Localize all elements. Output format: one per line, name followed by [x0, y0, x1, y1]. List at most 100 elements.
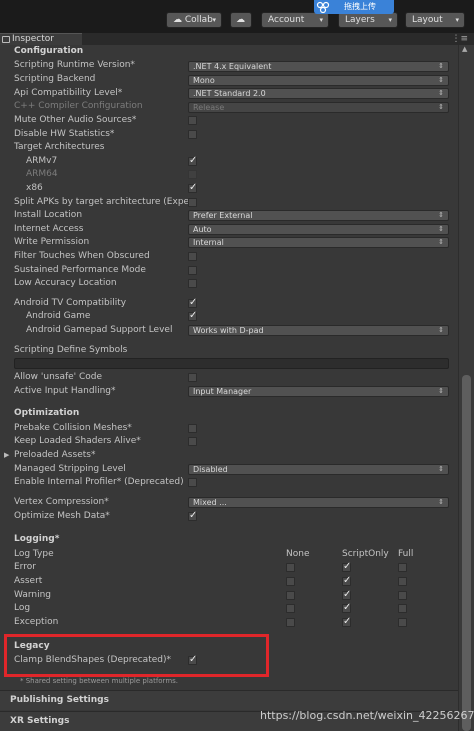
upload-logo-icon	[316, 1, 330, 14]
log-exception-scriptonly-checkbox[interactable]	[342, 616, 351, 627]
foldout-arrow-icon[interactable]: ▶	[4, 451, 9, 459]
updown-icon: ⇕	[438, 62, 444, 70]
prebake-checkbox[interactable]	[188, 424, 197, 433]
write-permission-label: Write Permission	[14, 237, 90, 247]
prebake-label: Prebake Collision Meshes*	[14, 423, 132, 433]
logging-heading: Logging*	[14, 534, 60, 544]
log-row-assert-label: Assert	[14, 576, 43, 586]
log-row-error-label: Error	[14, 562, 36, 572]
android-tv-checkbox[interactable]	[188, 297, 197, 308]
layers-dropdown[interactable]: Layers ▾	[338, 12, 398, 28]
log-assert-full-checkbox[interactable]	[398, 577, 407, 586]
cloud-icon: ☁	[236, 15, 245, 25]
internal-profiler-label: Enable Internal Profiler* (Deprecated)	[14, 477, 184, 487]
low-accuracy-checkbox[interactable]	[188, 279, 197, 288]
scripting-define-label: Scripting Define Symbols	[14, 345, 128, 355]
android-game-label: Android Game	[26, 311, 91, 321]
api-compat-dropdown[interactable]: .NET Standard 2.0 ⇕	[188, 88, 449, 99]
publishing-settings-header[interactable]: Publishing Settings	[0, 690, 458, 710]
updown-icon: ⇕	[438, 211, 444, 219]
vertical-scrollbar[interactable]: ▲	[458, 45, 474, 731]
chevron-down-icon: ▾	[388, 16, 392, 24]
scripting-runtime-dropdown[interactable]: .NET 4.x Equivalent ⇕	[188, 61, 449, 72]
scroll-up-icon[interactable]: ▲	[462, 45, 467, 53]
write-permission-dropdown[interactable]: Internal ⇕	[188, 237, 449, 248]
log-log-scriptonly-checkbox[interactable]	[342, 602, 351, 613]
tab-menu-icon[interactable]: ⋮≡	[451, 34, 468, 44]
log-exception-full-checkbox[interactable]	[398, 618, 407, 627]
log-error-scriptonly-checkbox[interactable]	[342, 561, 351, 572]
allow-unsafe-label: Allow 'unsafe' Code	[14, 372, 103, 382]
low-accuracy-label: Low Accuracy Location	[14, 278, 117, 288]
updown-icon: ⇕	[438, 465, 444, 473]
log-assert-scriptonly-checkbox[interactable]	[342, 575, 351, 586]
log-error-none-checkbox[interactable]	[286, 563, 295, 572]
log-exception-none-checkbox[interactable]	[286, 618, 295, 627]
keep-shaders-checkbox[interactable]	[188, 437, 197, 446]
filter-touches-checkbox[interactable]	[188, 252, 197, 261]
vertex-compression-dropdown[interactable]: Mixed ... ⇕	[188, 497, 449, 508]
highlight-box	[4, 634, 269, 677]
preloaded-assets-label[interactable]: Preloaded Assets*	[14, 449, 95, 462]
android-tv-label: Android TV Compatibility	[14, 298, 127, 308]
cloud-services-button[interactable]: ☁	[230, 12, 252, 28]
managed-stripping-dropdown[interactable]: Disabled ⇕	[188, 464, 449, 475]
updown-icon: ⇕	[438, 387, 444, 395]
internet-access-dropdown[interactable]: Auto ⇕	[188, 224, 449, 235]
split-apks-checkbox[interactable]	[188, 198, 197, 207]
layout-dropdown[interactable]: Layout ▾	[405, 12, 465, 28]
log-log-full-checkbox[interactable]	[398, 604, 407, 613]
cpp-compiler-label: C++ Compiler Configuration	[14, 101, 143, 111]
log-warning-none-checkbox[interactable]	[286, 591, 295, 600]
armv7-label: ARMv7	[26, 156, 58, 166]
log-error-full-checkbox[interactable]	[398, 563, 407, 572]
optimization-heading: Optimization	[14, 408, 80, 418]
updown-icon: ⇕	[438, 103, 444, 111]
inspector-icon	[2, 36, 10, 43]
install-location-label: Install Location	[14, 210, 83, 220]
filter-touches-label: Filter Touches When Obscured	[14, 251, 150, 261]
install-location-dropdown[interactable]: Prefer External ⇕	[188, 210, 449, 221]
android-game-checkbox[interactable]	[188, 310, 197, 321]
allow-unsafe-checkbox[interactable]	[188, 373, 197, 382]
updown-icon: ⇕	[438, 238, 444, 246]
active-input-label: Active Input Handling*	[14, 386, 116, 396]
cpp-compiler-dropdown: Release ⇕	[188, 102, 449, 113]
updown-icon: ⇕	[438, 89, 444, 97]
keep-shaders-label: Keep Loaded Shaders Alive*	[14, 436, 141, 446]
internal-profiler-checkbox[interactable]	[188, 478, 197, 487]
x86-label: x86	[26, 183, 43, 193]
log-log-none-checkbox[interactable]	[286, 604, 295, 613]
internet-access-label: Internet Access	[14, 224, 84, 234]
sustained-perf-checkbox[interactable]	[188, 266, 197, 275]
optimize-mesh-checkbox[interactable]	[188, 510, 197, 521]
managed-stripping-label: Managed Stripping Level	[14, 464, 126, 474]
updown-icon: ⇕	[438, 225, 444, 233]
disable-hw-stats-checkbox[interactable]	[188, 130, 197, 139]
log-warning-full-checkbox[interactable]	[398, 591, 407, 600]
armv7-checkbox[interactable]	[188, 155, 197, 166]
log-warning-scriptonly-checkbox[interactable]	[342, 589, 351, 600]
cloud-small-icon: ☁	[173, 15, 185, 25]
x86-checkbox[interactable]	[188, 182, 197, 193]
scripting-define-input[interactable]	[14, 358, 449, 369]
updown-icon: ⇕	[438, 498, 444, 506]
gamepad-support-dropdown[interactable]: Works with D-pad ⇕	[188, 325, 449, 336]
account-dropdown[interactable]: Account ▾	[261, 12, 329, 28]
chevron-down-icon: ▾	[319, 16, 323, 24]
split-apks-label: Split APKs by target architecture (Exper	[14, 197, 193, 207]
active-input-dropdown[interactable]: Input Manager ⇕	[188, 386, 449, 397]
scripting-backend-label: Scripting Backend	[14, 74, 96, 84]
scripting-backend-dropdown[interactable]: Mono ⇕	[188, 75, 449, 86]
upload-button[interactable]: 拖拽上传	[314, 0, 394, 14]
tab-inspector[interactable]: Inspector	[0, 33, 82, 45]
top-toolbar: ☁ Collab ▾ ☁ Account ▾ Layers ▾ Layout ▾…	[0, 0, 474, 33]
mute-audio-checkbox[interactable]	[188, 116, 197, 125]
col-scriptonly-header: ScriptOnly	[342, 549, 389, 559]
scrollbar-thumb[interactable]	[462, 375, 471, 731]
updown-icon: ⇕	[438, 326, 444, 334]
configuration-heading: Configuration	[14, 46, 84, 56]
log-assert-none-checkbox[interactable]	[286, 577, 295, 586]
updown-icon: ⇕	[438, 76, 444, 84]
collab-button[interactable]: ☁ Collab ▾	[166, 12, 222, 28]
